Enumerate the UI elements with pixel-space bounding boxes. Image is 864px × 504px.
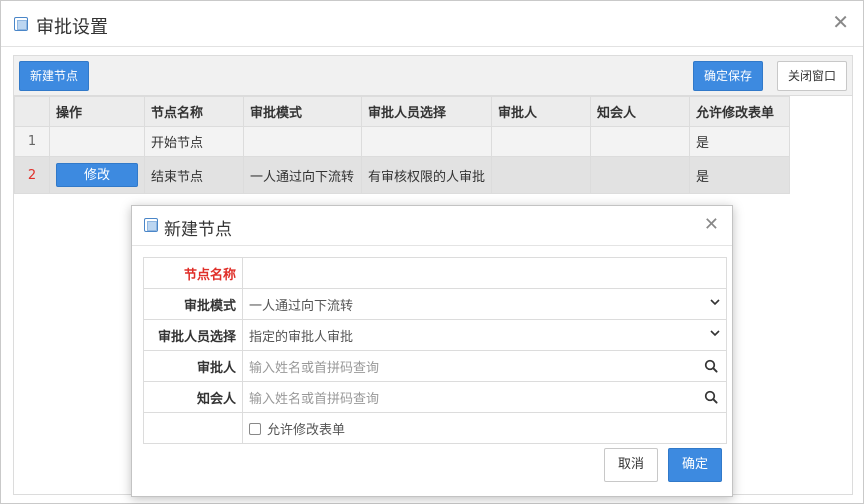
chevron-down-icon [710,330,720,337]
form-row-notify: 知会人 输入姓名或首拼码查询 [143,381,727,413]
notify-label: 知会人 [143,381,243,413]
window-header: 审批设置 ✕ [1,1,863,47]
row-node-name: 结束节点 [144,156,244,194]
close-icon[interactable]: ✕ [704,214,719,235]
column-header-mode: 审批模式 [243,96,362,127]
column-header-selection: 审批人员选择 [360,96,493,127]
new-node-dialog: 新建节点 ✕ 节点名称 审批模式 一人通过向下流转 审批人员选择 指定的审批人审… [131,205,733,497]
row-approver [491,156,592,194]
node-name-label: 节点名称 [143,257,243,289]
selection-select-value: 指定的审批人审批 [249,329,354,345]
chevron-down-icon [710,299,720,306]
row-mode [243,126,362,157]
approver-placeholder: 输入姓名或首拼码查询 [249,360,380,376]
dialog-footer: 取消 确定 [132,446,732,496]
node-name-input[interactable] [242,257,727,289]
row-index: 1 [14,126,50,157]
row-action [49,126,145,157]
table-row[interactable]: 1 开始节点 是 [14,126,791,157]
row-allow-edit: 是 [689,126,791,157]
form-row-selection: 审批人员选择 指定的审批人审批 [143,319,727,351]
row-action: 修改 [49,156,145,194]
edit-button[interactable]: 修改 [56,163,138,187]
close-window-button[interactable]: 关闭窗口 [777,61,847,91]
form-row-allow-edit: 允许修改表单 [143,412,727,444]
form-row-mode: 审批模式 一人通过向下流转 [143,288,727,320]
row-selection: 有审核权限的人审批 [360,156,493,194]
form-row-node-name: 节点名称 [143,257,727,289]
dialog-header: 新建节点 ✕ [132,206,732,246]
cancel-button[interactable]: 取消 [604,448,658,482]
column-header-approver: 审批人 [491,96,592,127]
search-icon[interactable] [704,390,718,404]
dialog-icon [144,218,158,232]
mode-select-value: 一人通过向下流转 [249,298,354,314]
column-header-notify: 知会人 [590,96,691,127]
table-header-row: 操作 节点名称 审批模式 审批人员选择 审批人 知会人 允许修改表单 [14,96,791,127]
column-header-index [14,96,50,127]
mode-label: 审批模式 [143,288,243,320]
row-allow-edit: 是 [689,156,791,194]
mode-select[interactable]: 一人通过向下流转 [242,288,727,320]
row-notify [590,156,691,194]
column-header-node-name: 节点名称 [144,96,244,127]
window-icon [14,17,28,31]
notify-search-input[interactable]: 输入姓名或首拼码查询 [242,381,727,413]
dialog-title: 新建节点 [164,220,232,240]
column-header-allow-edit: 允许修改表单 [689,96,791,127]
window-title: 审批设置 [36,17,108,38]
allow-edit-label: 允许修改表单 [267,422,346,438]
allow-edit-empty-label [143,412,243,444]
row-notify [590,126,691,157]
allow-edit-cell: 允许修改表单 [242,412,727,444]
selection-label: 审批人员选择 [143,319,243,351]
confirm-save-button[interactable]: 确定保存 [693,61,763,91]
node-form: 节点名称 审批模式 一人通过向下流转 审批人员选择 指定的审批人审批 审批人 输… [143,257,727,444]
approver-search-input[interactable]: 输入姓名或首拼码查询 [242,350,727,382]
toolbar: 新建节点 确定保存 关闭窗口 [14,56,852,96]
table-row[interactable]: 2 修改 结束节点 一人通过向下流转 有审核权限的人审批 是 [14,156,791,194]
form-row-approver: 审批人 输入姓名或首拼码查询 [143,350,727,382]
new-node-button[interactable]: 新建节点 [19,61,89,91]
row-node-name: 开始节点 [144,126,244,157]
node-table: 操作 节点名称 审批模式 审批人员选择 审批人 知会人 允许修改表单 1 开始节… [14,96,791,194]
row-index: 2 [14,156,50,194]
notify-placeholder: 输入姓名或首拼码查询 [249,391,380,407]
approver-label: 审批人 [143,350,243,382]
allow-edit-checkbox[interactable] [249,422,261,435]
column-header-action: 操作 [49,96,145,127]
row-selection [360,126,493,157]
selection-select[interactable]: 指定的审批人审批 [242,319,727,351]
close-icon[interactable]: ✕ [832,12,849,32]
row-mode: 一人通过向下流转 [243,156,362,194]
row-approver [491,126,592,157]
search-icon[interactable] [704,359,718,373]
ok-button[interactable]: 确定 [668,448,722,482]
